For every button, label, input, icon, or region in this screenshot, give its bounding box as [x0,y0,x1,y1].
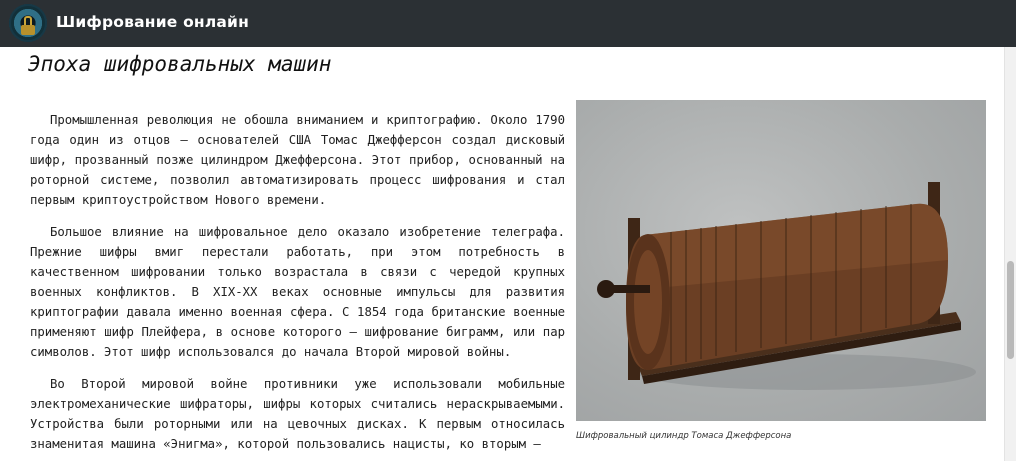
figure: Шифровальный цилиндр Томаса Джефферсона [576,100,986,441]
jefferson-cylinder-photo [576,100,986,421]
lock-emblem-icon[interactable] [9,4,47,42]
site-title[interactable]: Шифрование онлайн [56,13,249,31]
top-header-bar: Шифрование онлайн [0,0,1016,47]
scrollbar[interactable] [1004,47,1016,461]
page-title: Эпоха шифровальных машин [28,52,332,76]
article-body: Промышленная революция не обошла внимани… [30,110,565,466]
scrollbar-thumb[interactable] [1007,261,1014,359]
paragraph-1: Промышленная революция не обошла внимани… [30,113,565,207]
figure-caption: Шифровальный цилиндр Томаса Джефферсона [576,431,792,441]
paragraph-2: Большое влияние на шифровальное дело ока… [30,225,565,359]
paragraph-3: Во Второй мировой войне противники уже и… [30,377,565,451]
